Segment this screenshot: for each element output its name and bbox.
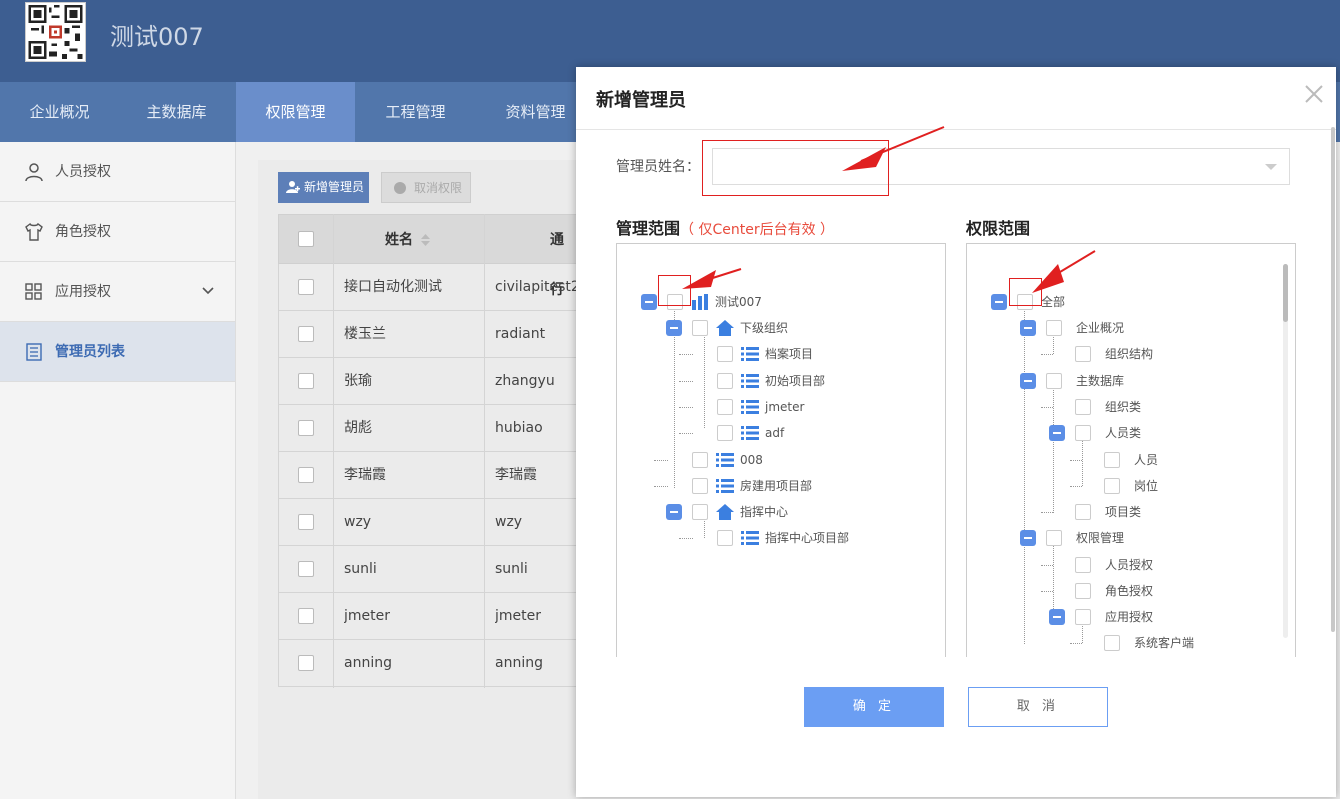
sidebar: 人员授权 角色授权 应用授权 管理员列表 [0,142,236,799]
row-checkbox[interactable] [298,420,314,436]
cancel-permission-label: 取消权限 [414,181,463,195]
row-checkbox[interactable] [298,514,314,530]
cell-name: jmeter [344,608,390,624]
cell-account: civilapitest2 [495,279,577,295]
qr-code-logo [25,2,86,62]
row-checkbox[interactable] [298,608,314,624]
row-checkbox[interactable] [298,655,314,671]
table-row[interactable]: jmeter jmeter [278,593,578,640]
nav-item-master-db[interactable]: 主数据库 [117,82,236,142]
table-row[interactable]: sunli sunli [278,546,578,593]
sidebar-item-label: 应用授权 [55,284,111,300]
nav-item-permissions[interactable]: 权限管理 [236,82,355,142]
cell-name: sunli [344,561,377,577]
cell-account: 李瑞霞 [495,467,537,483]
cell-account: hubiao [495,420,543,436]
new-admin-label: 新增管理员 [304,180,365,194]
table-row[interactable]: 接口自动化测试 civilapitest2 [278,264,578,311]
sidebar-item-app-auth[interactable]: 应用授权 [0,262,235,322]
cell-account: sunli [495,561,528,577]
table-row[interactable]: 胡彪 hubiao [278,405,578,452]
new-admin-button[interactable]: 新增管理员 [278,172,369,203]
cell-account: radiant [495,326,546,342]
app-title: 测试007 [110,23,204,51]
table-header: 姓名 通行 [278,214,578,298]
nav-item-overview[interactable]: 企业概况 [0,82,119,142]
row-checkbox[interactable] [298,326,314,342]
cell-name: 胡彪 [344,420,372,436]
annotation-arrows [682,126,1096,293]
sidebar-item-user-auth[interactable]: 人员授权 [0,142,235,202]
cell-account: jmeter [495,608,541,624]
sidebar-item-role-auth[interactable]: 角色授权 [0,202,235,262]
sidebar-item-label: 角色授权 [55,224,111,240]
table-row[interactable]: 李瑞霞 李瑞霞 [278,452,578,499]
table-row[interactable]: anning anning [278,640,578,687]
cell-name: 李瑞霞 [344,467,386,483]
minus-circle-icon [394,182,406,194]
annotation-arrow [682,268,742,289]
list-icon [24,342,44,362]
add-admin-dialog: 新增管理员 管理员姓名： 管理范围（ 仅Center后台有效 ） 权限范围 测试… [576,67,1336,797]
cancel-permission-button[interactable]: 取消权限 [381,172,471,203]
cell-account: zhangyu [495,373,555,389]
cell-account: anning [495,655,543,671]
cell-name: 接口自动化测试 [344,279,442,295]
annotation-arrow [1032,250,1096,293]
chevron-down-icon[interactable] [201,284,215,298]
grid-icon [24,282,44,302]
row-checkbox[interactable] [298,373,314,389]
column-header-account: 通行 [550,232,564,298]
user-icon [24,162,44,182]
table-row[interactable]: 楼玉兰 radiant [278,311,578,358]
cell-account: wzy [495,514,523,530]
add-user-icon [286,181,300,193]
table-row[interactable]: wzy wzy [278,499,578,546]
nav-item-engineering[interactable]: 工程管理 [356,82,475,142]
table-row[interactable]: 张瑜 zhangyu [278,358,578,405]
row-checkbox[interactable] [298,467,314,483]
column-header-name[interactable]: 姓名 [385,215,413,265]
row-checkbox[interactable] [298,561,314,577]
row-checkbox[interactable] [298,279,314,295]
cell-name: anning [344,655,392,671]
cell-name: 楼玉兰 [344,326,386,342]
sort-icon[interactable] [421,234,430,246]
sidebar-item-label: 管理员列表 [55,344,125,360]
cell-name: wzy [344,514,372,530]
sidebar-item-label: 人员授权 [55,164,111,180]
sidebar-item-admin-list[interactable]: 管理员列表 [0,322,235,382]
shirt-icon [24,222,44,242]
annotation-arrow [842,126,945,171]
cell-name: 张瑜 [344,373,372,389]
select-all-checkbox[interactable] [298,231,314,247]
